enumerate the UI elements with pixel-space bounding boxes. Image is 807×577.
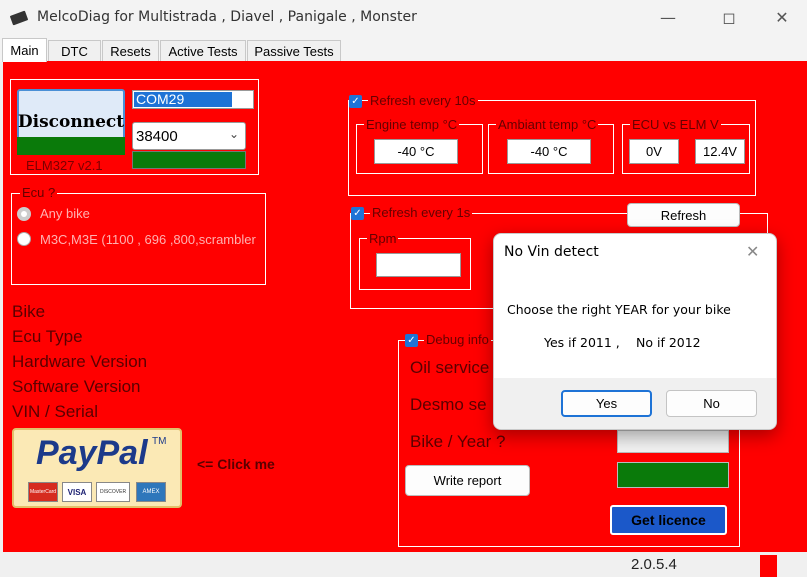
dialog-title: No Vin detect (504, 244, 599, 260)
ecu-vs-elm-legend: ECU vs ELM V (630, 117, 721, 132)
radio-m3c[interactable] (17, 232, 31, 246)
ecu-option-m3c: M3C,M3E (1100 , 696 ,800,scrambler (40, 232, 256, 247)
radio-any-bike-dot (21, 211, 27, 217)
software-version-label: Software Version (12, 377, 141, 396)
debug-checkbox[interactable]: ✓ (405, 334, 418, 347)
engine-temp-legend: Engine temp °C (364, 117, 460, 132)
visa-icon: VISA (62, 482, 92, 502)
tab-passive-tests[interactable]: Passive Tests (247, 40, 341, 62)
paypal-button[interactable]: PayPal TM MasterCard VISA DISCOVER AMEX (12, 428, 182, 508)
licence-status-bar (617, 462, 729, 488)
refresh10-label: Refresh every 10s (368, 93, 478, 108)
app-icon (10, 10, 28, 26)
amex-icon: AMEX (136, 482, 166, 502)
elm-voltage-value: 12.4V (695, 139, 745, 164)
connection-status-bar (17, 137, 125, 155)
status-indicator (760, 555, 777, 577)
discover-icon: DISCOVER (96, 482, 130, 502)
ambient-temp-legend: Ambiant temp °C (496, 117, 599, 132)
rpm-legend: Rpm (367, 231, 399, 246)
status-bar (0, 552, 807, 577)
version-label: 2.0.5.4 (631, 556, 677, 573)
dialog-message: Choose the right YEAR for your bike (507, 302, 731, 317)
baud-select[interactable]: 38400 ⌄ (132, 122, 246, 150)
write-report-button[interactable]: Write report (405, 465, 530, 496)
tab-main[interactable]: Main (2, 38, 47, 62)
ambient-temp-value: -40 °C (507, 139, 591, 164)
bike-label: Bike (12, 302, 46, 321)
get-licence-button[interactable]: Get licence (610, 505, 727, 535)
paypal-logo: PayPal (36, 434, 148, 472)
window-title: MelcoDiag for Multistrada , Diavel , Pan… (37, 9, 417, 25)
ecu-type-label: Ecu Type (12, 327, 83, 346)
refresh1-checkbox[interactable]: ✓ (351, 207, 364, 220)
rpm-value (376, 253, 461, 277)
oil-service-label: Oil service (410, 358, 490, 377)
hardware-version-label: Hardware Version (12, 352, 148, 371)
refresh1-label: Refresh every 1s (370, 205, 473, 220)
vin-serial-label: VIN / Serial (12, 402, 98, 421)
baud-value: 38400 (136, 128, 178, 145)
maximize-icon[interactable]: ◻ (706, 0, 752, 34)
bike-year-field (617, 430, 729, 453)
debug-label: Debug info (424, 332, 491, 347)
port-value: COM29 (134, 92, 232, 107)
ecu-voltage-value: 0V (629, 139, 679, 164)
tab-resets[interactable]: Resets (102, 40, 159, 62)
close-icon[interactable]: ✕ (759, 0, 805, 34)
elm-version-label: ELM327 v2.1 (26, 158, 103, 173)
dialog-yes-hint: Yes if 2011 , (544, 335, 620, 350)
no-vin-dialog: No Vin detect ✕ Choose the right YEAR fo… (493, 233, 777, 430)
bike-year-label: Bike / Year ? (410, 432, 506, 451)
trademark-icon: TM (152, 436, 167, 447)
refresh-button[interactable]: Refresh (627, 203, 740, 227)
tab-active-tests[interactable]: Active Tests (160, 40, 246, 62)
baud-status-bar (132, 151, 246, 169)
refresh10-checkbox[interactable]: ✓ (349, 95, 362, 108)
port-field[interactable]: COM29 (132, 90, 254, 109)
mastercard-icon: MasterCard (28, 482, 58, 502)
minimize-icon[interactable]: — (645, 0, 691, 34)
dialog-close-icon[interactable]: ✕ (746, 242, 759, 261)
dialog-no-button[interactable]: No (666, 390, 757, 417)
ecu-group-legend: Ecu ? (20, 185, 58, 200)
tab-dtc[interactable]: DTC (48, 40, 101, 62)
chevron-down-icon: ⌄ (229, 127, 240, 141)
click-me-label: <= Click me (197, 456, 275, 472)
dialog-yes-button[interactable]: Yes (561, 390, 652, 417)
engine-temp-value: -40 °C (374, 139, 458, 164)
dialog-no-hint: No if 2012 (636, 335, 701, 350)
ecu-option-any-bike: Any bike (40, 206, 90, 221)
desmo-service-label: Desmo se (410, 395, 487, 414)
